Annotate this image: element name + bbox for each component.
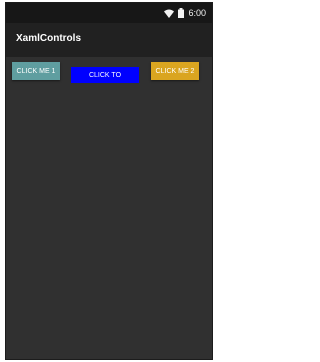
- battery-icon: [178, 8, 185, 18]
- content-area: CLICK ME 1 CLICK TO CLICK ME 2: [6, 57, 212, 359]
- click-to-button[interactable]: CLICK TO: [71, 67, 139, 83]
- click-me-2-button[interactable]: CLICK ME 2: [151, 62, 199, 80]
- status-time: 6:00: [188, 8, 206, 18]
- wifi-icon: [164, 9, 175, 18]
- click-me-1-button[interactable]: CLICK ME 1: [12, 62, 60, 80]
- app-title: XamlControls: [16, 33, 82, 44]
- app-bar: XamlControls: [6, 23, 212, 57]
- phone-screen: 6:00 XamlControls CLICK ME 1 CLICK TO CL…: [5, 2, 213, 360]
- status-bar: 6:00: [6, 3, 212, 23]
- status-icons: 6:00: [164, 6, 206, 20]
